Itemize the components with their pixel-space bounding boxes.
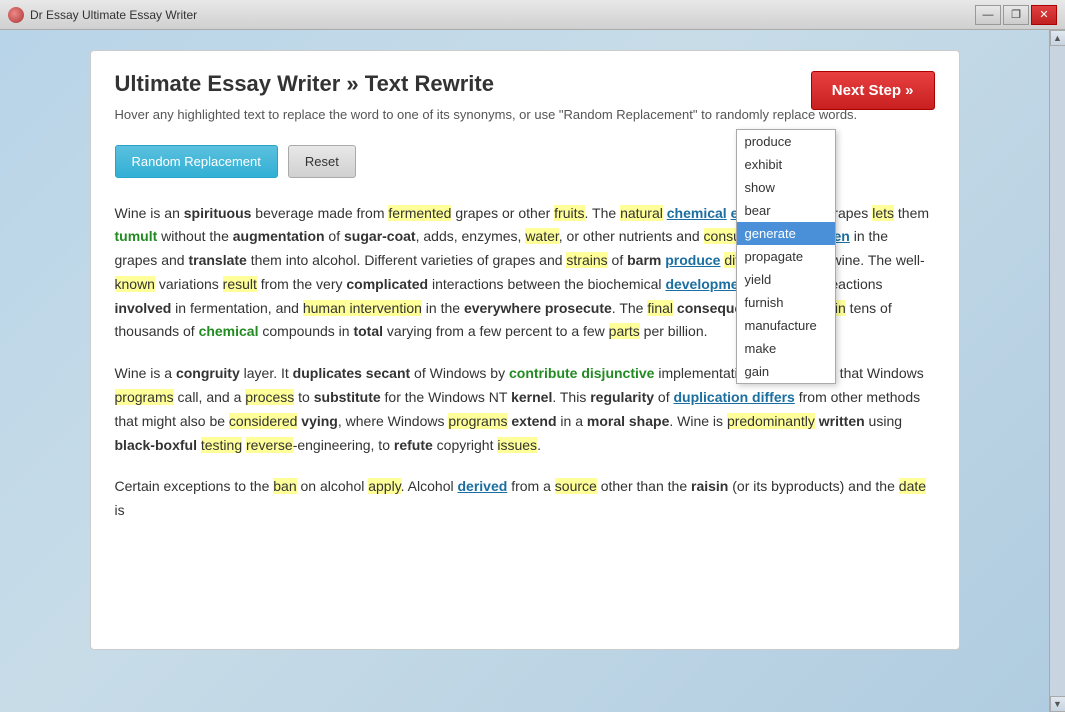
word-programs2[interactable]: programs <box>448 413 507 429</box>
word-natural[interactable]: natural <box>620 205 663 221</box>
word-kernel[interactable]: kernel <box>511 389 552 405</box>
dropdown-item-produce[interactable]: produce <box>737 130 835 153</box>
minimize-button[interactable]: — <box>975 5 1001 25</box>
random-replacement-button[interactable]: Random Replacement <box>115 145 278 178</box>
word-contribute-disjunctive[interactable]: contribute disjunctive <box>509 365 654 381</box>
scrollbar-track[interactable] <box>1050 46 1065 696</box>
word-total[interactable]: total <box>353 323 383 339</box>
dropdown-item-manufacture[interactable]: manufacture <box>737 314 835 337</box>
word-issues[interactable]: issues <box>497 437 537 453</box>
word-known[interactable]: known <box>115 276 155 292</box>
title-bar: Dr Essay Ultimate Essay Writer — ❐ ✕ <box>0 0 1065 30</box>
word-written[interactable]: written <box>819 413 865 429</box>
word-process[interactable]: process <box>245 389 294 405</box>
word-duplication-differs[interactable]: duplication differs <box>674 389 795 405</box>
word-duplicates-secant[interactable]: duplicates secant <box>293 365 411 381</box>
scroll-up-arrow[interactable]: ▲ <box>1050 30 1065 46</box>
close-button[interactable]: ✕ <box>1031 5 1057 25</box>
word-reverse[interactable]: reverse <box>246 437 293 453</box>
word-source[interactable]: source <box>555 478 597 494</box>
word-sugarcoat[interactable]: sugar-coat <box>344 228 416 244</box>
word-chemical[interactable]: chemical <box>199 323 259 339</box>
dropdown-item-make[interactable]: make <box>737 337 835 360</box>
word-human-intervention[interactable]: human intervention <box>303 300 422 316</box>
word-predominantly[interactable]: predominantly <box>727 413 815 429</box>
word-testing[interactable]: testing <box>201 437 242 453</box>
word-augmentation[interactable]: augmentation <box>233 228 325 244</box>
word-barm[interactable]: barm <box>627 252 661 268</box>
synonym-dropdown[interactable]: produce exhibit show bear generate propa… <box>736 129 836 384</box>
word-substitute[interactable]: substitute <box>314 389 381 405</box>
scroll-down-arrow[interactable]: ▼ <box>1050 696 1065 712</box>
dropdown-item-show[interactable]: show <box>737 176 835 199</box>
dropdown-item-generate[interactable]: generate <box>737 222 835 245</box>
restore-button[interactable]: ❐ <box>1003 5 1029 25</box>
essay-para-3: Certain exceptions to the ban on alcohol… <box>115 475 935 523</box>
title-bar-left: Dr Essay Ultimate Essay Writer <box>8 7 197 23</box>
app-icon <box>8 7 24 23</box>
word-spirituous[interactable]: spirituous <box>184 205 252 221</box>
word-translate[interactable]: translate <box>188 252 246 268</box>
next-step-button[interactable]: Next Step » <box>811 71 935 110</box>
word-raisin[interactable]: raisin <box>691 478 728 494</box>
dropdown-item-bear[interactable]: bear <box>737 199 835 222</box>
title-bar-controls: — ❐ ✕ <box>975 5 1057 25</box>
reset-button[interactable]: Reset <box>288 145 356 178</box>
word-produce[interactable]: produce <box>665 252 720 268</box>
content-area: Next Step » Ultimate Essay Writer » Text… <box>0 30 1049 712</box>
word-black-boxful[interactable]: black-boxful <box>115 437 197 453</box>
main-panel: Next Step » Ultimate Essay Writer » Text… <box>90 50 960 650</box>
title-bar-text: Dr Essay Ultimate Essay Writer <box>30 8 197 22</box>
word-programs[interactable]: programs <box>115 389 174 405</box>
word-extend[interactable]: extend <box>511 413 556 429</box>
word-result[interactable]: result <box>223 276 257 292</box>
word-tumult[interactable]: tumult <box>115 228 158 244</box>
word-congruity[interactable]: congruity <box>176 365 240 381</box>
word-moral-shape[interactable]: moral shape <box>587 413 669 429</box>
word-final[interactable]: final <box>647 300 673 316</box>
word-considered[interactable]: considered <box>229 413 298 429</box>
word-chemical[interactable]: chemical <box>667 205 727 221</box>
word-parts[interactable]: parts <box>609 323 640 339</box>
dropdown-item-yield[interactable]: yield <box>737 268 835 291</box>
word-vying[interactable]: vying <box>301 413 338 429</box>
word-lets[interactable]: lets <box>872 205 894 221</box>
word-regularity[interactable]: regularity <box>590 389 654 405</box>
word-strains[interactable]: strains <box>566 252 607 268</box>
word-water[interactable]: water <box>525 228 558 244</box>
word-derived[interactable]: derived <box>458 478 508 494</box>
dropdown-item-gain[interactable]: gain <box>737 360 835 383</box>
word-fermented[interactable]: fermented <box>388 205 451 221</box>
word-apply[interactable]: apply <box>368 478 400 494</box>
word-involved[interactable]: involved <box>115 300 172 316</box>
scrollbar: ▲ ▼ <box>1049 30 1065 712</box>
word-complicated[interactable]: complicated <box>346 276 428 292</box>
word-everywhere-prosecute[interactable]: everywhere prosecute <box>464 300 612 316</box>
window-body: Next Step » Ultimate Essay Writer » Text… <box>0 30 1065 712</box>
word-date[interactable]: date <box>899 478 926 494</box>
dropdown-item-propagate[interactable]: propagate <box>737 245 835 268</box>
word-fruits[interactable]: fruits <box>554 205 584 221</box>
word-ban[interactable]: ban <box>273 478 296 494</box>
dropdown-item-exhibit[interactable]: exhibit <box>737 153 835 176</box>
word-refute[interactable]: refute <box>394 437 433 453</box>
dropdown-item-furnish[interactable]: furnish <box>737 291 835 314</box>
